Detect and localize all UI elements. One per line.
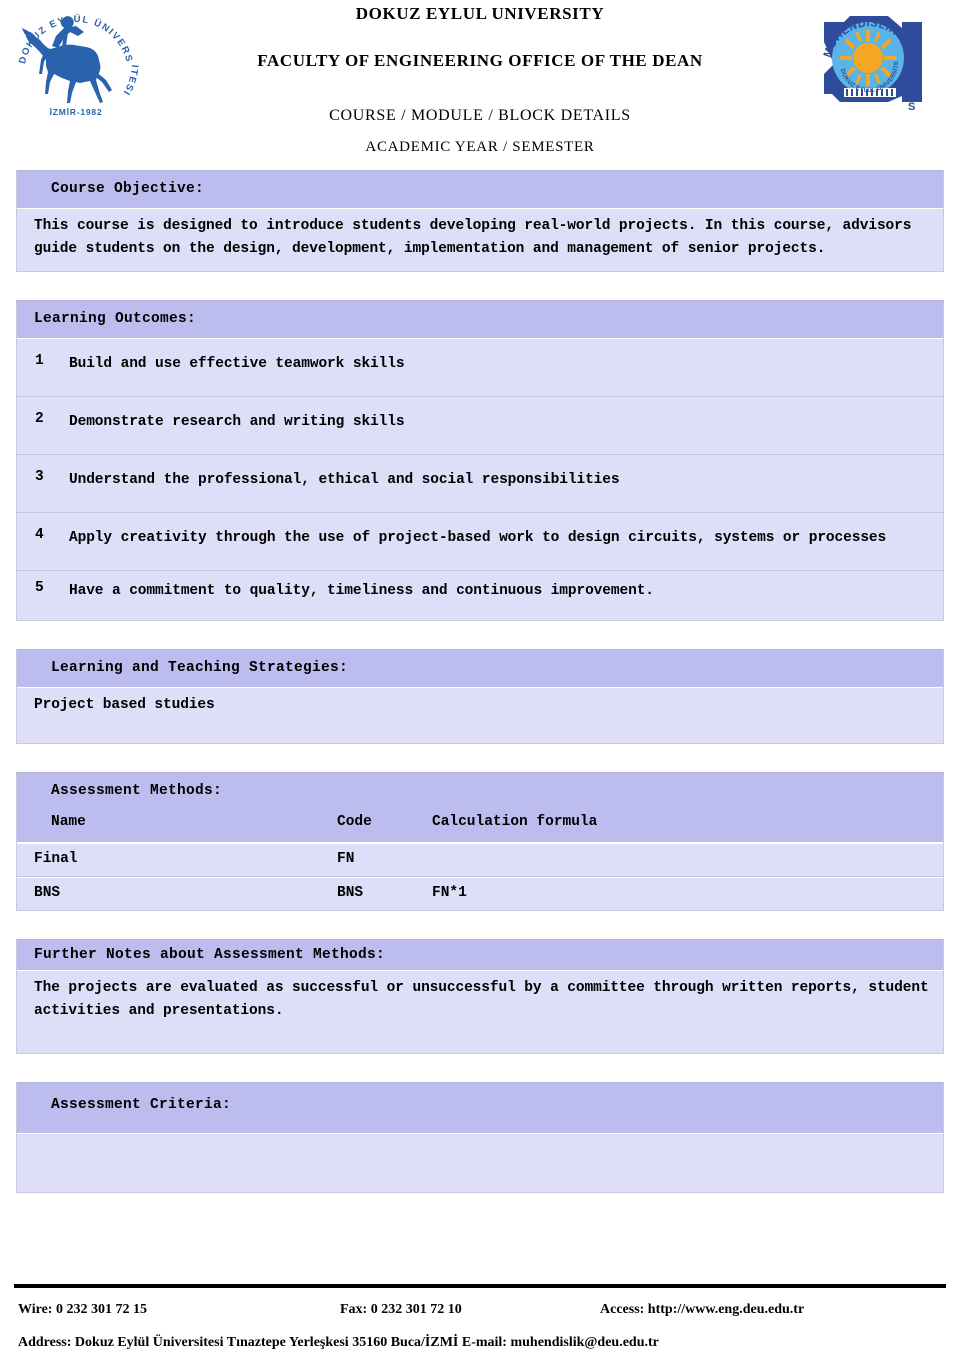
- outcome-text: Apply creativity through the use of proj…: [69, 530, 887, 546]
- university-name: DOKUZ EYLUL UNIVERSITY: [355, 4, 605, 23]
- dokuz-eylul-university-seal-icon: DOKUZ EYLÜL ÜNIVERS ITESI İZMİR-1982: [6, 2, 146, 124]
- assessment-criteria-text: [17, 1134, 943, 1192]
- cell-code: FN: [337, 851, 355, 867]
- assessment-criteria-body: [17, 1134, 943, 1192]
- further-notes-body: The projects are evaluated as successful…: [17, 971, 943, 1053]
- page-header: DOKUZ EYLÜL ÜNIVERS ITESI İZMİR-1982 DOK…: [0, 0, 960, 170]
- svg-text:İZMİR-1982: İZMİR-1982: [50, 107, 103, 117]
- header-title-block: DOKUZ EYLUL UNIVERSITY FACULTY OF ENGINE…: [150, 0, 810, 156]
- page-footer: Wire: 0 232 301 72 15 Fax: 0 232 301 72 …: [0, 1284, 960, 1368]
- footer-access-url[interactable]: Access: http://www.eng.deu.edu.tr: [600, 1302, 960, 1318]
- svg-text:S: S: [908, 101, 915, 112]
- assessment-criteria-header: Assessment Criteria:: [17, 1083, 943, 1134]
- table-row: BNS BNS FN*1: [17, 877, 943, 910]
- learning-outcomes-list: 1 Build and use effective teamwork skill…: [17, 339, 943, 620]
- document-title: COURSE / MODULE / BLOCK DETAILS: [329, 107, 631, 124]
- outcome-number: 4: [35, 527, 44, 543]
- further-notes-heading: Further Notes about Assessment Methods:: [34, 947, 386, 963]
- footer-contact-line: Wire: 0 232 301 72 15 Fax: 0 232 301 72 …: [0, 1288, 960, 1318]
- outcome-number: 5: [35, 580, 44, 596]
- table-row: Final FN: [17, 843, 943, 877]
- cell-name: BNS: [34, 885, 61, 901]
- outcome-number: 1: [35, 353, 44, 369]
- column-header-code: Code: [337, 814, 372, 830]
- footer-wire: Wire: 0 232 301 72 15: [18, 1302, 147, 1317]
- course-objective-body: This course is designed to introduce stu…: [17, 209, 943, 271]
- learning-teaching-strategies-text: Project based studies: [34, 697, 215, 713]
- svg-text:ITESI: ITESI: [120, 64, 140, 97]
- learning-outcomes-header: Learning Outcomes:: [17, 301, 943, 339]
- assessment-criteria-heading: Assessment Criteria:: [51, 1097, 232, 1113]
- assessment-methods-column-headers: Name Code Calculation formula: [17, 810, 943, 842]
- list-item: 2 Demonstrate research and writing skill…: [17, 397, 943, 455]
- assessment-methods-panel: Assessment Methods: Name Code Calculatio…: [16, 772, 944, 911]
- footer-address: Address: Dokuz Eylül Üniversitesi Tınazt…: [18, 1335, 659, 1350]
- further-notes-text: The projects are evaluated as successful…: [34, 980, 929, 1019]
- engineering-faculty-logo-icon: MÜHENDİSLİK DOKUZ EYLÜL ÜNİVERSİTESİ F A…: [808, 0, 938, 113]
- learning-teaching-strategies-panel: Learning and Teaching Strategies: Projec…: [16, 649, 944, 744]
- column-header-name: Name: [51, 814, 86, 830]
- further-notes-panel: Further Notes about Assessment Methods: …: [16, 939, 944, 1054]
- list-item: 5 Have a commitment to quality, timeline…: [17, 571, 943, 620]
- outcome-number: 3: [35, 469, 44, 485]
- outcome-text: Have a commitment to quality, timeliness…: [69, 583, 654, 599]
- course-objective-heading: Course Objective:: [51, 181, 205, 197]
- list-item: 1 Build and use effective teamwork skill…: [17, 339, 943, 397]
- cell-formula: FN*1: [432, 885, 467, 901]
- list-item: 3 Understand the professional, ethical a…: [17, 455, 943, 513]
- course-objective-panel: Course Objective: This course is designe…: [16, 170, 944, 272]
- outcome-text: Demonstrate research and writing skills: [69, 414, 405, 430]
- assessment-criteria-panel: Assessment Criteria:: [16, 1082, 944, 1193]
- outcome-text: Understand the professional, ethical and…: [69, 472, 620, 488]
- course-objective-text: This course is designed to introduce stu…: [34, 218, 912, 257]
- learning-outcomes-panel: Learning Outcomes: 1 Build and use effec…: [16, 300, 944, 621]
- column-header-formula: Calculation formula: [432, 814, 598, 830]
- assessment-methods-header: Assessment Methods: Name Code Calculatio…: [17, 773, 943, 843]
- assessment-methods-heading: Assessment Methods:: [51, 783, 223, 799]
- list-item: 4 Apply creativity through the use of pr…: [17, 513, 943, 571]
- learning-teaching-strategies-heading: Learning and Teaching Strategies:: [51, 660, 349, 676]
- course-objective-header: Course Objective:: [17, 171, 943, 209]
- academic-period: ACADEMIC YEAR / SEMESTER: [365, 139, 595, 155]
- outcome-text: Build and use effective teamwork skills: [69, 356, 405, 372]
- outcome-number: 2: [35, 411, 44, 427]
- further-notes-header: Further Notes about Assessment Methods:: [17, 940, 943, 971]
- faculty-name: FACULTY OF ENGINEERING OFFICE OF THE DEA…: [257, 51, 703, 70]
- learning-teaching-strategies-header: Learning and Teaching Strategies:: [17, 650, 943, 688]
- cell-formula: [432, 851, 943, 867]
- cell-code: BNS: [337, 885, 364, 901]
- learning-outcomes-heading: Learning Outcomes:: [34, 311, 197, 327]
- footer-fax: Fax: 0 232 301 72 10: [340, 1302, 462, 1317]
- learning-teaching-strategies-body: Project based studies: [17, 688, 943, 743]
- cell-name: Final: [34, 851, 78, 867]
